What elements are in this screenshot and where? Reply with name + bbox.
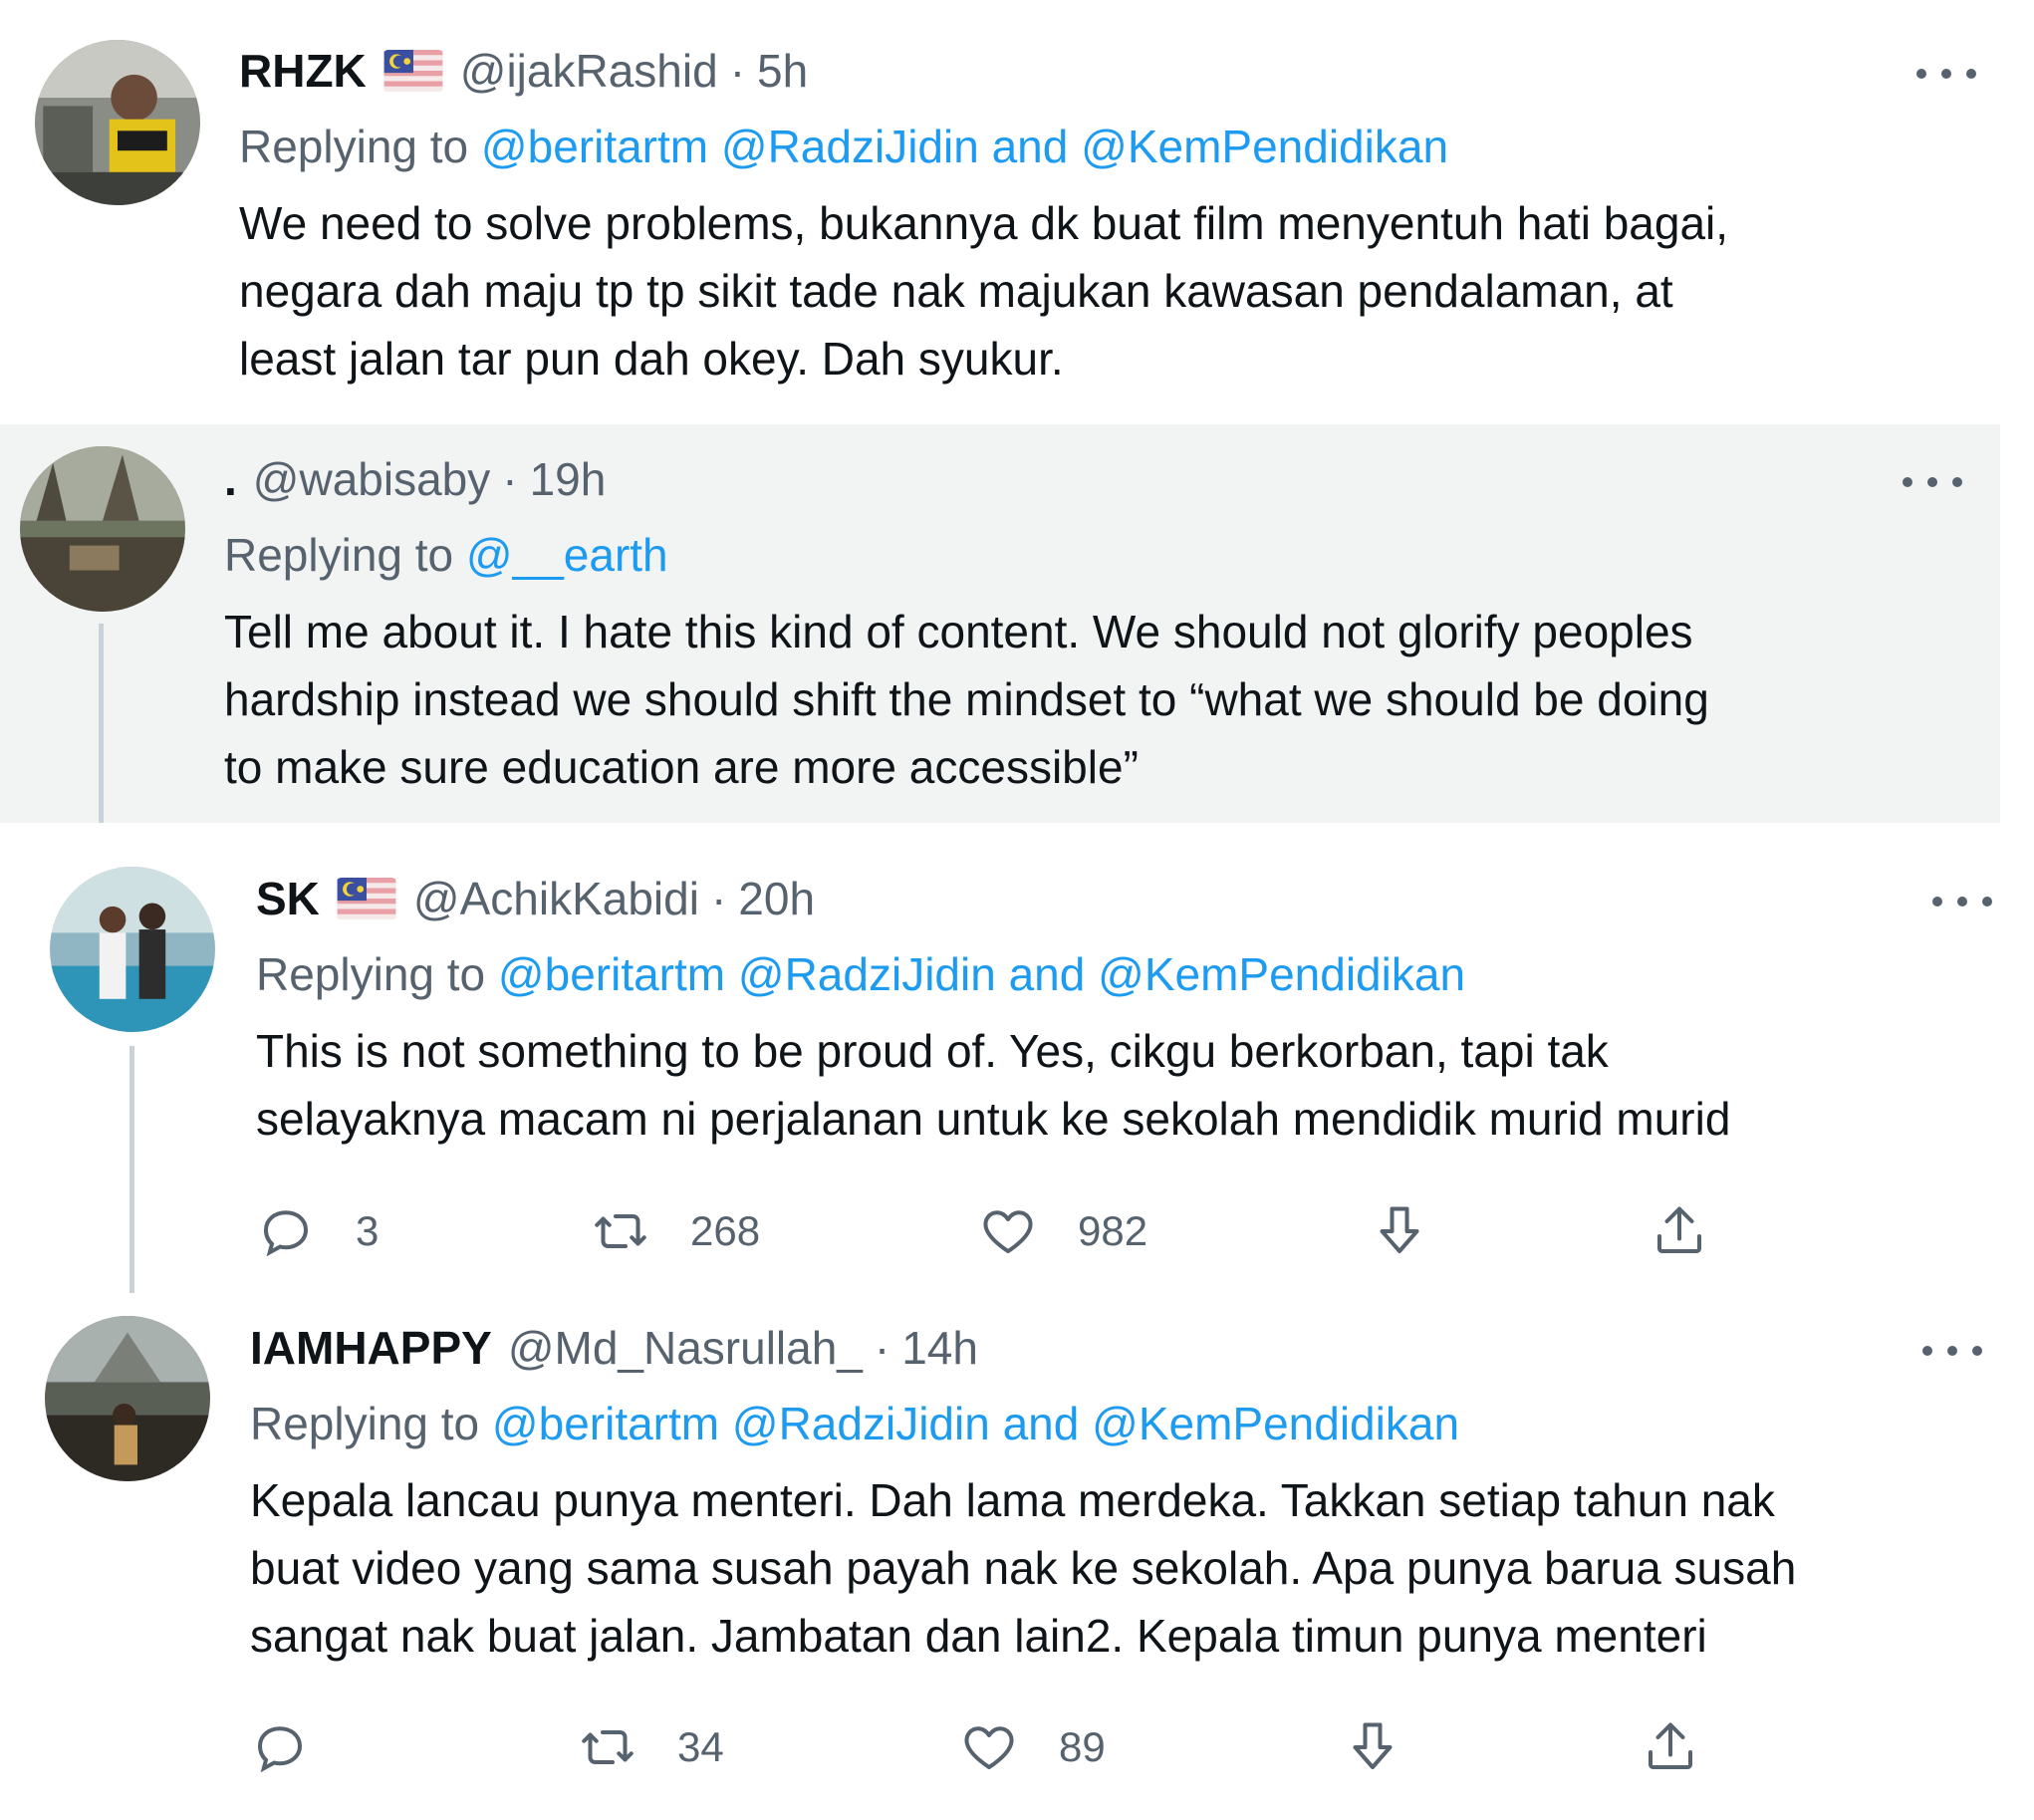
handle[interactable]: @ijakRashid (460, 41, 718, 101)
retweet-count: 34 (677, 1723, 724, 1770)
separator-dot: · (729, 45, 746, 97)
share-icon (1649, 1722, 1692, 1769)
handle[interactable]: @Md_Nasrullah_ (508, 1318, 863, 1378)
replying-label: Replying to (256, 948, 486, 1000)
tweet-line: to make sure education are more accessib… (224, 741, 1139, 793)
mention-link[interactable]: @KemPendidikan (1081, 121, 1448, 172)
mention-link[interactable]: @RadziJidin (732, 1398, 990, 1449)
tweet-achikkabidi[interactable]: SK @AchikKabidi · 20h Replying to @berit… (0, 825, 2034, 1293)
tweet-line: buat video yang sama susah payah nak ke … (250, 1542, 1797, 1594)
tweet-line: selayaknya macam ni perjalanan untuk ke … (256, 1093, 1731, 1145)
avatar[interactable] (45, 1316, 210, 1481)
reply-icon (263, 1210, 309, 1257)
retweet-button[interactable]: 268 (591, 1201, 760, 1261)
display-name[interactable]: IAMHAPPY (250, 1318, 492, 1378)
handle[interactable]: @wabisaby (253, 449, 490, 509)
reply-button[interactable]: 3 (256, 1201, 379, 1261)
tweet-line: This is not something to be proud of. Ye… (256, 1025, 1609, 1077)
heart-icon (964, 1726, 1014, 1769)
display-name[interactable]: SK (256, 869, 320, 928)
mention-link[interactable]: @beritartm (498, 948, 725, 1000)
tweet-line: sangat nak buat jalan. Jambatan dan lain… (250, 1610, 1707, 1662)
downvote-icon (1353, 1722, 1393, 1769)
tweet-text: We need to solve problems, bukannya dk b… (239, 189, 1992, 392)
share-icon (1657, 1206, 1701, 1253)
avatar[interactable] (50, 867, 215, 1032)
tweet-text: This is not something to be proud of. Ye… (256, 1017, 2009, 1153)
thread-line (129, 1046, 134, 1293)
reply-count: 3 (356, 1207, 380, 1254)
handle[interactable]: @AchikKabidi (413, 869, 699, 928)
tweet-line: We need to solve problems, bukannya dk b… (239, 197, 1729, 249)
avatar[interactable] (20, 446, 185, 612)
tweet-line: Kepala lancau punya menteri. Dah lama me… (250, 1474, 1775, 1526)
malaysia-flag-icon (336, 878, 397, 919)
tweet-line: least jalan tar pun dah okey. Dah syukur… (239, 333, 1064, 385)
mention-and[interactable]: and (1009, 948, 1086, 1000)
timestamp[interactable]: 19h (530, 449, 607, 509)
share-button[interactable] (1650, 1201, 1709, 1261)
more-icon[interactable] (1916, 62, 1976, 86)
more-icon[interactable] (1922, 1339, 1982, 1363)
tweet-line: negara dah maju tp tp sikit tade nak maj… (239, 265, 1673, 317)
retweet-count: 268 (690, 1207, 761, 1254)
retweet-icon (582, 1730, 634, 1764)
malaysia-flag-icon (382, 50, 444, 92)
timestamp[interactable]: 5h (757, 41, 808, 101)
tweet-line: Tell me about it. I hate this kind of co… (224, 606, 1693, 657)
separator-dot: · (710, 873, 727, 924)
share-button[interactable] (1641, 1717, 1700, 1777)
downvote-button[interactable] (1370, 1201, 1429, 1261)
tweet-rhzk[interactable]: RHZK @ijakRashid · 5h Replying to @berit… (0, 0, 2034, 418)
like-count: 982 (1078, 1207, 1148, 1254)
mention-link[interactable]: @KemPendidikan (1098, 948, 1465, 1000)
replying-to: Replying to @beritartm @RadziJidin and @… (250, 1394, 1459, 1453)
mention-link[interactable]: @beritartm (481, 121, 708, 172)
thread-line (99, 624, 104, 823)
replying-to: Replying to @__earth (224, 525, 668, 585)
replying-label: Replying to (224, 529, 454, 581)
reply-button[interactable] (250, 1717, 350, 1777)
retweet-button[interactable]: 34 (578, 1717, 724, 1777)
downvote-button[interactable] (1343, 1717, 1402, 1777)
like-button[interactable]: 89 (959, 1717, 1106, 1777)
replying-to: Replying to @beritartm @RadziJidin and @… (256, 944, 1465, 1004)
mention-link[interactable]: @beritartm (492, 1398, 719, 1449)
mention-and[interactable]: and (1003, 1398, 1080, 1449)
display-name[interactable]: . (224, 449, 237, 509)
display-name[interactable]: RHZK (239, 41, 367, 101)
timestamp[interactable]: 20h (738, 869, 815, 928)
avatar[interactable] (35, 40, 200, 205)
mention-link[interactable]: @RadziJidin (738, 948, 996, 1000)
downvote-icon (1380, 1206, 1419, 1253)
timestamp[interactable]: 14h (901, 1318, 978, 1378)
like-count: 89 (1059, 1723, 1106, 1770)
reply-icon (257, 1726, 303, 1773)
separator-dot: · (502, 453, 518, 505)
mention-link[interactable]: @__earth (466, 529, 668, 581)
retweet-icon (595, 1214, 646, 1248)
replying-label: Replying to (239, 121, 469, 172)
tweet-md-nasrullah[interactable]: IAMHAPPY @Md_Nasrullah_ · 14h Replying t… (0, 1295, 2034, 1820)
tweet-line: hardship instead we should shift the min… (224, 673, 1709, 725)
more-icon[interactable] (1932, 890, 1992, 913)
heart-icon (983, 1210, 1033, 1253)
mention-link[interactable]: @KemPendidikan (1092, 1398, 1459, 1449)
tweet-text: Kepala lancau punya menteri. Dah lama me… (250, 1466, 2003, 1670)
replying-to: Replying to @beritartm @RadziJidin and @… (239, 117, 1448, 176)
separator-dot: · (874, 1322, 890, 1374)
tweet-wabisaby[interactable]: . @wabisaby · 19h Replying to @__earth T… (0, 424, 2000, 823)
tweet-text: Tell me about it. I hate this kind of co… (224, 598, 1977, 801)
mention-link[interactable]: @RadziJidin (721, 121, 979, 172)
replying-label: Replying to (250, 1398, 480, 1449)
like-button[interactable]: 982 (978, 1201, 1147, 1261)
more-icon[interactable] (1903, 470, 1962, 494)
mention-and[interactable]: and (992, 121, 1069, 172)
